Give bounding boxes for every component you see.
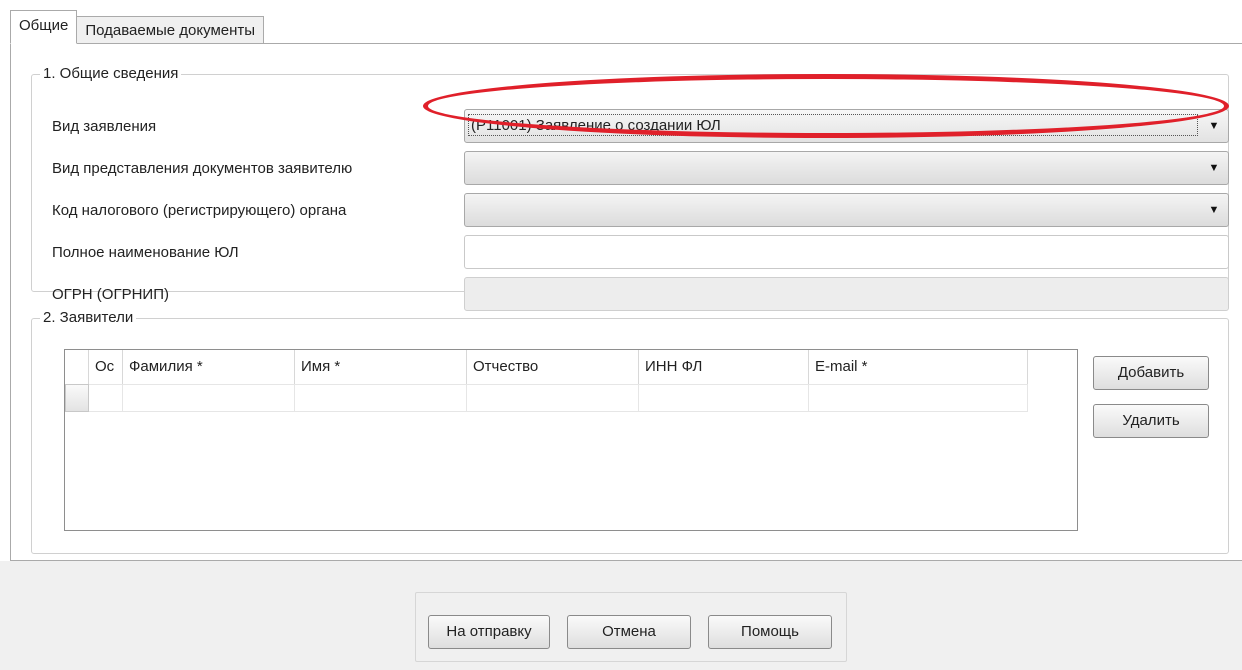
table-header-cell[interactable]: ИНН ФЛ bbox=[639, 350, 809, 384]
table-cell[interactable] bbox=[467, 384, 639, 412]
help-button[interactable]: Помощь bbox=[708, 615, 832, 649]
chevron-down-icon[interactable]: ▼ bbox=[1206, 160, 1222, 176]
ogrn-input bbox=[464, 277, 1229, 311]
table-header-cell[interactable]: Ос bbox=[89, 350, 123, 384]
application-type-value: (Р11001) Заявление о создании ЮЛ bbox=[468, 114, 1198, 136]
document-delivery-type-label: Вид представления документов заявителю bbox=[52, 160, 353, 177]
application-form-window: Общие Подаваемые документы 1. Общие свед… bbox=[0, 0, 1242, 670]
section-general-info: 1. Общие сведения Вид заявления (Р11001)… bbox=[31, 65, 1229, 311]
table-header-cell[interactable]: Имя * bbox=[295, 350, 467, 384]
tab-general[interactable]: Общие bbox=[10, 10, 78, 44]
row-selector[interactable] bbox=[65, 384, 89, 412]
chevron-down-icon[interactable]: ▼ bbox=[1206, 202, 1222, 218]
table-cell[interactable] bbox=[639, 384, 809, 412]
ogrn-label: ОГРН (ОГРНИП) bbox=[52, 286, 169, 303]
tab-bar: Общие Подаваемые документы bbox=[10, 10, 265, 44]
tax-authority-code-label: Код налогового (регистрирующего) органа bbox=[52, 202, 347, 219]
document-delivery-type-select[interactable]: ▼ bbox=[464, 151, 1229, 185]
cancel-button[interactable]: Отмена bbox=[567, 615, 691, 649]
section-general-info-title: 1. Общие сведения bbox=[40, 65, 182, 83]
dialog-footer: На отправку Отмена Помощь bbox=[0, 561, 1242, 670]
applicants-table-header: Ос Фамилия * Имя * Отчество ИНН ФЛ E-mai… bbox=[65, 350, 1028, 384]
full-company-name-label: Полное наименование ЮЛ bbox=[52, 244, 239, 261]
application-type-label: Вид заявления bbox=[52, 118, 157, 135]
table-header-cell[interactable]: Отчество bbox=[467, 350, 639, 384]
table-row[interactable] bbox=[65, 384, 1028, 412]
tax-authority-code-select[interactable]: ▼ bbox=[464, 193, 1229, 227]
chevron-down-icon[interactable]: ▼ bbox=[1206, 118, 1222, 134]
delete-applicant-button[interactable]: Удалить bbox=[1093, 404, 1209, 438]
tab-submitted-documents[interactable]: Подаваемые документы bbox=[76, 16, 265, 44]
table-cell[interactable] bbox=[295, 384, 467, 412]
table-cell[interactable] bbox=[123, 384, 295, 412]
section-applicants-title: 2. Заявители bbox=[40, 309, 137, 327]
table-header-cell[interactable]: Фамилия * bbox=[123, 350, 295, 384]
tab-page-general: 1. Общие сведения Вид заявления (Р11001)… bbox=[10, 43, 1242, 561]
send-button[interactable]: На отправку bbox=[428, 615, 550, 649]
table-header-cell[interactable]: E-mail * bbox=[809, 350, 1028, 384]
applicants-table[interactable]: Ос Фамилия * Имя * Отчество ИНН ФЛ E-mai… bbox=[64, 349, 1078, 531]
table-cell[interactable] bbox=[89, 384, 123, 412]
table-cell[interactable] bbox=[809, 384, 1028, 412]
add-applicant-button[interactable]: Добавить bbox=[1093, 356, 1209, 390]
section-applicants: 2. Заявители Ос Фамилия * Имя * Отчество… bbox=[31, 309, 1229, 554]
table-header-row-selector bbox=[65, 350, 89, 384]
full-company-name-input[interactable] bbox=[464, 235, 1229, 269]
application-type-select[interactable]: (Р11001) Заявление о создании ЮЛ ▼ bbox=[464, 109, 1229, 143]
